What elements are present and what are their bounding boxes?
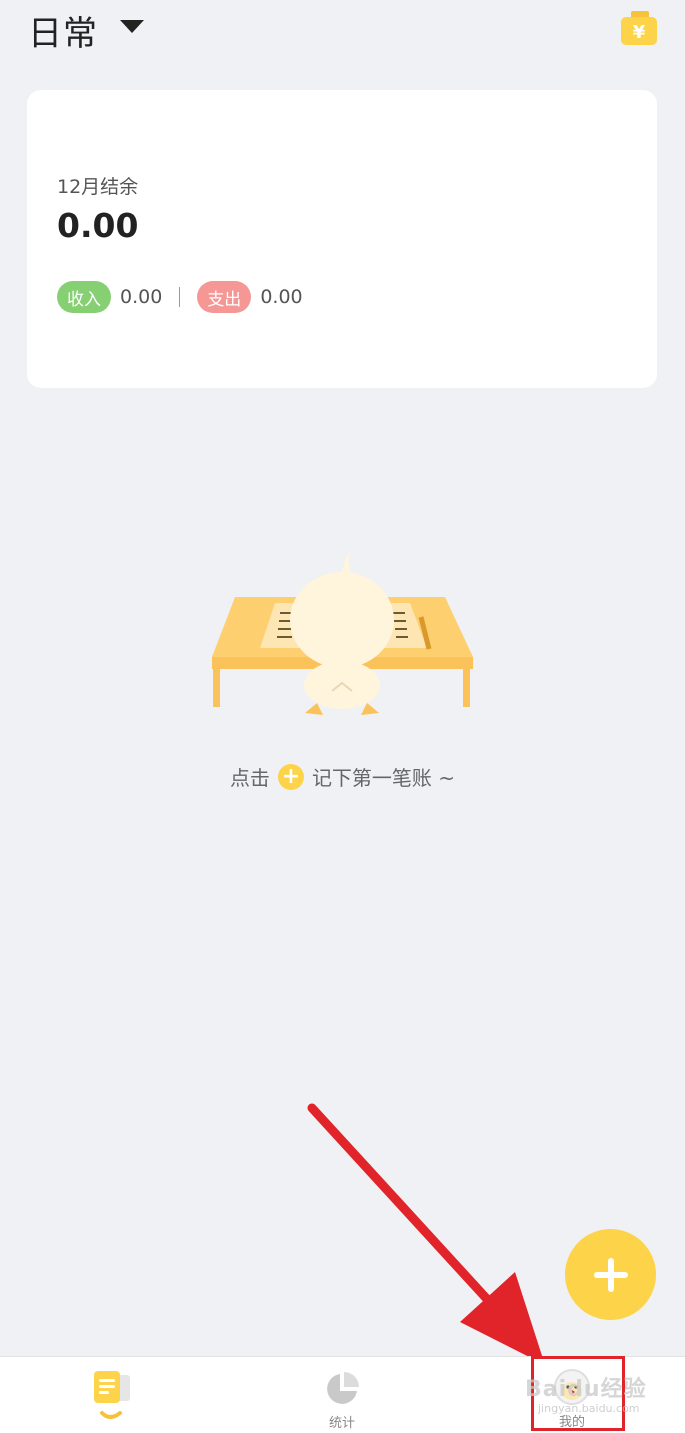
notebook-icon (94, 1371, 130, 1419)
tab-records[interactable] (52, 1357, 172, 1433)
expense-badge: 支出 (197, 281, 252, 313)
pie-chart-icon (327, 1372, 359, 1404)
header: 日常 ¥ (0, 0, 685, 70)
divider (179, 287, 181, 307)
tab-statistics[interactable]: 统计 (282, 1357, 402, 1433)
book-selector-title[interactable]: 日常 (28, 6, 98, 55)
add-record-button[interactable] (565, 1229, 656, 1320)
tab-statistics-label: 统计 (328, 1416, 355, 1431)
plus-circle-icon: + (277, 763, 304, 790)
watermark-url: jingyan.baidu.com (538, 1402, 640, 1415)
caret-down-icon[interactable] (120, 20, 144, 34)
duck-at-desk-illustration (212, 551, 473, 715)
income-value: 0.00 (120, 286, 163, 308)
plus-icon (593, 1257, 628, 1292)
balance-value: 0.00 (57, 206, 139, 245)
wallet-icon[interactable]: ¥ (619, 8, 659, 48)
monthly-summary-card: 12月结余 0.00 收入 0.00 支出 0.00 (27, 90, 657, 388)
expense-value: 0.00 (260, 286, 303, 308)
watermark: Baidu经验 (525, 1377, 647, 1402)
hint-text-after: 记下第一笔账 ~ (311, 766, 456, 790)
balance-label: 12月结余 (57, 176, 139, 198)
empty-hint: 点击 + 记下第一笔账 ~ (0, 762, 685, 791)
income-expense-row: 收入 0.00 支出 0.00 (57, 280, 303, 314)
income-badge: 收入 (57, 281, 111, 313)
hint-text-before: 点击 (229, 766, 270, 790)
svg-text:¥: ¥ (633, 22, 646, 43)
